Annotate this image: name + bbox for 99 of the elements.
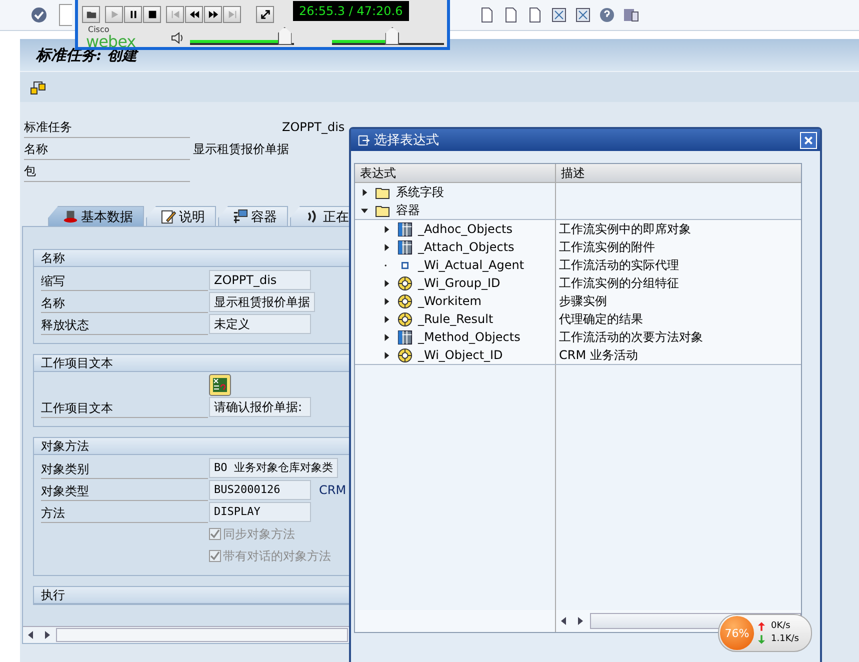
- close-icon[interactable]: [803, 134, 814, 146]
- tree-description: 工作流实例中的即席对象: [559, 220, 691, 238]
- fast-forward-icon[interactable]: [204, 6, 222, 22]
- close-button[interactable]: [800, 132, 817, 148]
- tree-node[interactable]: 容器: [396, 202, 420, 218]
- expander-icon[interactable]: [383, 280, 390, 286]
- pencil-icon: [161, 209, 176, 224]
- text-picker-icon[interactable]: [209, 374, 231, 396]
- column-header[interactable]: 描述: [556, 164, 585, 182]
- tree-description: 工作流活动的次要方法对象: [559, 328, 703, 346]
- stop-icon[interactable]: [143, 6, 161, 22]
- expander-icon[interactable]: [383, 334, 390, 340]
- expander-icon[interactable]: [383, 298, 390, 304]
- field-value: 显示租赁报价单据: [193, 140, 289, 158]
- logo-text: webex: [86, 34, 136, 50]
- open-folder-icon[interactable]: [82, 6, 100, 22]
- table-icon: [397, 222, 413, 236]
- field-value: ZOPPT_dis: [282, 120, 345, 134]
- help-icon[interactable]: [599, 7, 615, 23]
- page-icon[interactable]: [527, 7, 543, 23]
- field-label: 缩写: [41, 270, 208, 290]
- group-title: 对象方法: [34, 438, 349, 455]
- download-rate: 1.1K/s: [771, 633, 799, 646]
- tab[interactable]: 说明: [146, 206, 216, 226]
- hierarchy-icon[interactable]: [30, 79, 46, 95]
- pause-icon[interactable]: [124, 6, 142, 22]
- ring-icon: [397, 294, 413, 308]
- column-header[interactable]: 表达式: [355, 164, 556, 182]
- page-icon[interactable]: [479, 7, 495, 23]
- tree-description: 工作流实例的分组特征: [559, 274, 679, 292]
- field-label: 对象类型: [41, 480, 208, 500]
- field-text: CRM: [319, 483, 346, 497]
- ring-icon: [397, 312, 413, 326]
- download-arrow-icon: [758, 635, 765, 644]
- expander-icon[interactable]: [361, 206, 368, 214]
- field-label: 对象类别: [41, 458, 208, 478]
- input-field[interactable]: 请确认报价单据:: [209, 397, 311, 417]
- input-field[interactable]: 未定义: [209, 314, 311, 334]
- screen-icon[interactable]: [623, 7, 639, 23]
- expander-icon[interactable]: [383, 226, 390, 232]
- scrollbar[interactable]: [56, 628, 348, 642]
- page-icon[interactable]: [503, 7, 519, 23]
- check-icon[interactable]: [31, 7, 47, 23]
- hat-icon: [63, 209, 78, 224]
- table-icon: [397, 240, 413, 254]
- tree-node[interactable]: _Wi_Group_ID: [418, 276, 500, 290]
- upload-rate: 0K/s: [771, 620, 790, 633]
- group-title: 名称: [34, 250, 349, 267]
- tree-description: 代理确定的结果: [559, 310, 643, 328]
- input-field[interactable]: DISPLAY: [209, 502, 311, 522]
- tree-node[interactable]: _Wi_Object_ID: [418, 348, 503, 362]
- expander-icon[interactable]: [361, 188, 368, 196]
- input-field[interactable]: 显示租赁报价单据: [209, 292, 315, 312]
- time-display: 26:55.3 / 47:20.6: [293, 1, 409, 21]
- input-field[interactable]: BUS2000126: [209, 480, 311, 500]
- tree-description: 工作流实例的附件: [559, 238, 655, 256]
- tree-node[interactable]: _Wi_Actual_Agent: [418, 258, 524, 272]
- tree-node[interactable]: _Method_Objects: [418, 330, 520, 344]
- input-field[interactable]: ZOPPT_dis: [209, 270, 311, 290]
- input-field[interactable]: BO 业务对象仓库对象类: [209, 458, 338, 478]
- tree-description: CRM 业务活动: [559, 346, 638, 364]
- expander-icon[interactable]: [383, 352, 390, 358]
- expander-icon[interactable]: [383, 244, 390, 250]
- dialog-title: 选择表达式: [374, 132, 439, 149]
- tab[interactable]: 基本数据: [48, 206, 144, 226]
- field-label: 包: [24, 160, 190, 182]
- logo-caption: Cisco: [88, 26, 110, 34]
- upload-arrow-icon: [758, 622, 765, 631]
- field-label: 标准任务: [24, 116, 190, 138]
- group-title: 工作项目文本: [34, 355, 349, 372]
- field-label: 方法: [41, 502, 208, 522]
- container-icon: [233, 209, 248, 224]
- table-icon: [397, 330, 413, 344]
- fullscreen-icon[interactable]: [256, 6, 274, 22]
- ring-icon: [397, 276, 413, 290]
- checkbox-label: 同步对象方法: [223, 526, 295, 542]
- tab[interactable]: 容器: [218, 206, 288, 226]
- group-title: 执行: [34, 587, 349, 604]
- field-label: 工作项目文本: [41, 396, 208, 418]
- tree-description: 步骤实例: [559, 292, 607, 310]
- window-icon[interactable]: [551, 7, 567, 23]
- tree-node[interactable]: _Attach_Objects: [418, 240, 514, 254]
- field-label: 名称: [41, 292, 208, 312]
- window-icon[interactable]: [575, 7, 591, 23]
- dialog-icon: [357, 134, 370, 146]
- tree-node[interactable]: _Workitem: [418, 294, 482, 308]
- tree-node[interactable]: _Rule_Result: [418, 312, 494, 326]
- tree-description: 工作流活动的实际代理: [559, 256, 679, 274]
- ring-icon: [397, 348, 413, 362]
- tree-node[interactable]: _Adhoc_Objects: [418, 222, 512, 236]
- field-label: 释放状态: [41, 314, 208, 334]
- command-field[interactable]: [59, 4, 72, 26]
- usage-badge: 76%: [720, 616, 754, 650]
- expander-icon[interactable]: [383, 316, 390, 322]
- field-label: 名称: [24, 138, 190, 160]
- tree-node[interactable]: 系统字段: [396, 184, 444, 200]
- speaker-icon[interactable]: [170, 31, 184, 45]
- checkbox-label: 带有对话的对象方法: [223, 548, 331, 564]
- rewind-icon[interactable]: [185, 6, 203, 22]
